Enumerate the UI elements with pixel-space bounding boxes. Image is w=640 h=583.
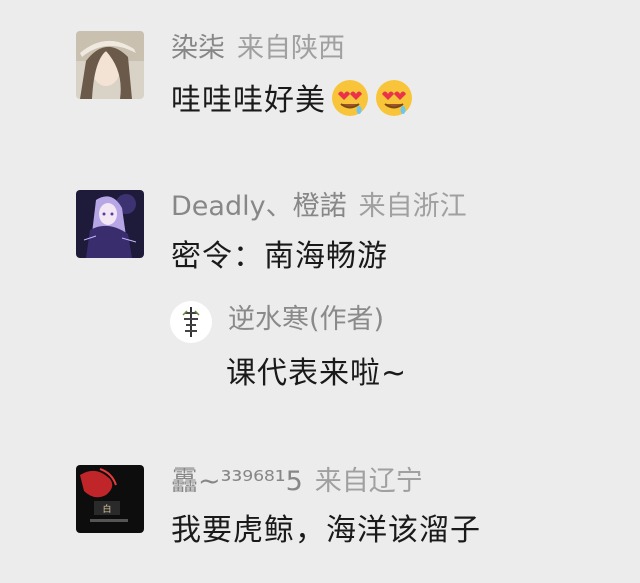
avatar[interactable] [76,190,144,258]
comment-meta: Deadly、橙諾 来自浙江 [171,190,467,224]
username[interactable]: Deadly、橙諾 [171,191,347,222]
avatar[interactable]: 白 [76,465,144,533]
svg-text:白: 白 [102,503,111,515]
comment-body: 密令：南海畅游 [171,239,388,274]
comment-text: 哇哇哇好美 [171,78,414,121]
location-label: 来自浙江 [358,191,467,222]
reply-avatar[interactable] [170,301,212,343]
location-label: 来自辽宁 [314,466,423,497]
comment-body: 我要虎鲸，海洋该溜子 [171,513,481,548]
heart-eyes-drool-emoji-icon [332,80,368,116]
comment-meta: 染柒 来自陕西 [171,32,345,66]
username[interactable]: 染柒 [171,33,225,64]
heart-eyes-drool-emoji-icon [376,80,412,116]
username[interactable]: 靐~³³⁹⁶⁸¹5 [171,466,303,497]
reply-username[interactable]: 逆水寒(作者) [228,303,384,337]
comment-meta: 靐~³³⁹⁶⁸¹5 来自辽宁 [171,465,423,499]
avatar[interactable] [76,31,144,99]
comment-body: 哇哇哇好美 [171,83,326,118]
reply-body: 课代表来啦~ [226,356,408,391]
location-label: 来自陕西 [237,33,345,64]
